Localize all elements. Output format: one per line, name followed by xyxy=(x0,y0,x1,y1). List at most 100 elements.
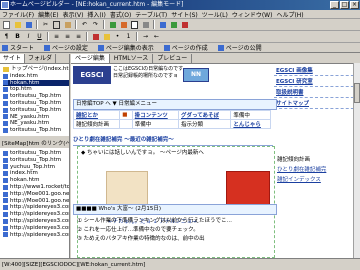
menu-table[interactable]: テーブル(T) xyxy=(135,10,167,19)
image-icon[interactable] xyxy=(119,20,128,29)
link-list-item[interactable]: http://spidereyes3.com xyxy=(3,218,69,225)
link-list-item[interactable]: http://Moe001.goo.ne.jp xyxy=(3,198,69,205)
tree-item[interactable]: top.htm xyxy=(3,86,69,93)
align-right-icon[interactable]: ≡ xyxy=(74,32,83,41)
scrollbar-thumb[interactable] xyxy=(354,83,360,103)
table-cell[interactable]: 雑記とか xyxy=(72,110,121,120)
link-image-gallery[interactable]: EGSCI 画像集 xyxy=(274,65,359,76)
numbered-list-icon[interactable]: 1 xyxy=(124,32,133,41)
link-list-item[interactable]: toritsutsu_Top.htm xyxy=(3,157,69,164)
table-icon[interactable] xyxy=(130,20,139,29)
bg-color-icon[interactable] xyxy=(102,32,111,41)
copy-icon[interactable] xyxy=(52,20,61,29)
side-link[interactable]: ひとり劇在雑記補完 xyxy=(275,164,359,174)
link-list-label: http://www1.rocket/toto... xyxy=(10,183,69,190)
link-list-item[interactable]: http://spidereyes3.com xyxy=(3,225,69,232)
sitebar-create[interactable]: ページの作成 xyxy=(163,43,208,52)
side-link[interactable]: 雑記インデックス xyxy=(275,174,359,184)
link-list-item[interactable]: index.htm xyxy=(3,170,69,177)
tab-page-edit[interactable]: ページ編集 xyxy=(71,54,110,63)
outdent-icon[interactable]: ← xyxy=(152,32,161,41)
table-cell[interactable]: とんじゃら xyxy=(230,119,271,129)
side-heading: 雑記傾向計画 xyxy=(277,157,311,163)
standard-toolbar: ✂ ↶ ↷ xyxy=(0,19,360,31)
link-list-item[interactable]: http://spidereyes3.com xyxy=(3,211,69,218)
menu-edit[interactable]: 編集(E) xyxy=(38,10,58,19)
tree-item[interactable]: toritsutsu_Top.htm xyxy=(3,107,69,114)
link-list-label: toritsutsu_Top.htm xyxy=(10,156,62,163)
link-manual[interactable]: 取扱説明書 xyxy=(274,87,359,98)
link-list-item[interactable]: http://Moe001.goo.ne.jp xyxy=(3,191,69,198)
tab-preview[interactable]: プレビュー xyxy=(153,54,193,63)
link-list-item[interactable]: hokan.htm xyxy=(3,177,69,184)
link-icon[interactable] xyxy=(108,20,117,29)
list-icon[interactable]: • xyxy=(113,32,122,41)
tab-folder[interactable]: フォルダ xyxy=(25,54,57,63)
redo-icon[interactable]: ↷ xyxy=(91,20,100,29)
tree-item[interactable]: toritsutsu_Top.htm xyxy=(3,93,69,100)
bold-icon[interactable]: B xyxy=(13,32,22,41)
close-button[interactable]: × xyxy=(350,1,359,9)
save-icon[interactable] xyxy=(24,20,33,29)
nav-row[interactable]: 日常編TOP へ ▼ 日常編メニュー xyxy=(73,99,277,110)
tree-item[interactable]: index.htm xyxy=(3,73,69,80)
link-lab[interactable]: EGSCI 研究室 xyxy=(274,76,359,87)
minimize-button[interactable]: _ xyxy=(330,1,339,9)
sitebar-edit-view[interactable]: ページ編集の表示 xyxy=(97,43,154,52)
table-cell[interactable]: グダってあそぼ xyxy=(177,110,232,120)
tree-item[interactable]: NE_yasku.htm xyxy=(3,114,69,121)
publish-icon[interactable] xyxy=(169,20,178,29)
underline-icon[interactable]: U xyxy=(35,32,44,41)
preview-icon[interactable] xyxy=(158,20,167,29)
paste-icon[interactable] xyxy=(63,20,72,29)
tab-html-source[interactable]: HTMLソース xyxy=(110,54,154,63)
link-list-item[interactable]: http://www1.rocket/toto... xyxy=(3,184,69,191)
menu-view[interactable]: 表示(V) xyxy=(63,10,84,19)
toolbar-separator xyxy=(36,20,38,29)
file-icon xyxy=(3,114,8,120)
tree-item[interactable]: toritsutsu_Top.htm xyxy=(3,127,69,134)
tree-item[interactable]: トップページ(index.htm) xyxy=(3,66,69,73)
link-list-item[interactable]: yuchuu_Top.htm xyxy=(3,164,69,171)
menu-help[interactable]: ヘルプ(H) xyxy=(276,10,303,19)
link-sitemap[interactable]: サイトマップ xyxy=(274,98,359,109)
spell-icon[interactable] xyxy=(180,20,189,29)
align-center-icon[interactable]: ≡ xyxy=(63,32,72,41)
menu-format[interactable]: 書式(O) xyxy=(110,10,131,19)
tree-item[interactable]: NE_yasku.htm xyxy=(3,120,69,127)
menu-site[interactable]: サイト(S) xyxy=(171,10,198,19)
menu-file[interactable]: ファイル(F) xyxy=(2,10,34,19)
link-list-item[interactable]: http://spidereyes3.com xyxy=(3,232,69,239)
tree-item[interactable]: toritsutsu_Top.htm xyxy=(3,100,69,107)
maximize-button[interactable]: □ xyxy=(340,1,349,9)
link-list-header: [SiteMap]htm のリンク(ページ)を表示 xyxy=(0,137,69,148)
tree-item-label: NE_yasku.htm xyxy=(10,120,50,127)
menu-tools[interactable]: ツール(L) xyxy=(202,10,228,19)
link-list-item[interactable]: toritsutsu_Top.htm xyxy=(3,150,69,157)
sitebar-page-settings[interactable]: ページの設定 xyxy=(44,43,88,52)
link-list-label: http://Moe001.goo.ne.jp xyxy=(10,197,69,204)
menu-window[interactable]: ウィンドウ(W) xyxy=(232,10,273,19)
align-left-icon[interactable]: ≡ xyxy=(52,32,61,41)
indent-icon[interactable]: → xyxy=(141,32,150,41)
font-color-icon[interactable] xyxy=(91,32,100,41)
menu-insert[interactable]: 挿入(I) xyxy=(87,10,105,19)
table-cell[interactable]: 掛コンテンツ xyxy=(131,110,179,120)
sitebar-publish[interactable]: ページの公開 xyxy=(217,43,262,52)
tree-item[interactable]: hokan.htm xyxy=(3,79,69,87)
undo-icon[interactable]: ↶ xyxy=(80,20,89,29)
open-folder-icon[interactable] xyxy=(13,20,22,29)
create-page-icon xyxy=(163,44,170,51)
sitebar-start[interactable]: スタート xyxy=(2,43,34,52)
vertical-scrollbar[interactable] xyxy=(353,63,360,258)
paragraph-icon[interactable]: ¶ xyxy=(2,32,11,41)
italic-icon[interactable]: I xyxy=(24,32,33,41)
tab-site[interactable]: サイト xyxy=(0,54,26,63)
form-icon[interactable] xyxy=(141,20,150,29)
side-column: 雑記傾向計画 ひとり劇在雑記補完 雑記インデックス xyxy=(275,154,359,184)
file-icon xyxy=(3,94,8,100)
new-file-icon[interactable] xyxy=(2,20,11,29)
cut-icon[interactable]: ✂ xyxy=(41,20,50,29)
link-list-item[interactable]: http://spidereyes3.com xyxy=(3,204,69,211)
page-icon xyxy=(3,225,8,231)
